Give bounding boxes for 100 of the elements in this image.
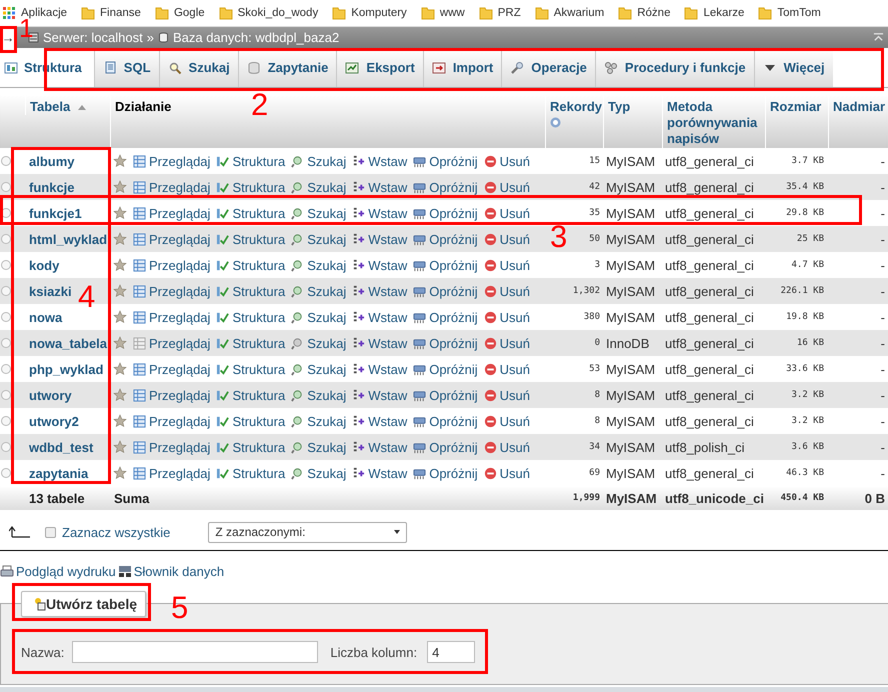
structure-link[interactable]: Struktura bbox=[216, 154, 286, 168]
search-link[interactable]: Szukaj bbox=[291, 466, 346, 480]
tab[interactable]: Zapytanie bbox=[238, 48, 336, 87]
insert-link[interactable]: Wstaw bbox=[352, 284, 408, 298]
star-icon[interactable] bbox=[113, 232, 127, 246]
help-icon[interactable] bbox=[550, 117, 561, 128]
structure-link[interactable]: Struktura bbox=[216, 258, 286, 272]
insert-link[interactable]: Wstaw bbox=[352, 466, 408, 480]
drop-link[interactable]: Usuń bbox=[484, 388, 530, 402]
empty-link[interactable]: Opróżnij bbox=[413, 284, 478, 298]
create-table-button[interactable]: Utwórz tabelę bbox=[21, 591, 146, 617]
print-preview-link[interactable]: Podgląd wydruku bbox=[0, 564, 116, 578]
bookmark-item[interactable]: Akwarium bbox=[534, 6, 604, 20]
browse-link[interactable]: Przeglądaj bbox=[133, 284, 210, 298]
bookmark-item[interactable]: PRZ bbox=[478, 6, 521, 20]
bookmark-item[interactable]: Finanse bbox=[81, 6, 141, 20]
drop-link[interactable]: Usuń bbox=[484, 180, 530, 194]
star-icon[interactable] bbox=[113, 284, 127, 298]
drop-link[interactable]: Usuń bbox=[484, 258, 530, 272]
structure-link[interactable]: Struktura bbox=[216, 336, 286, 350]
empty-link[interactable]: Opróżnij bbox=[413, 206, 478, 220]
table-name-link[interactable]: funkcje bbox=[25, 180, 75, 194]
server-link[interactable]: Serwer: localhost bbox=[43, 30, 143, 45]
browse-link[interactable]: Przeglądaj bbox=[133, 232, 210, 246]
table-name-link[interactable]: ksiazki bbox=[25, 284, 72, 298]
tab[interactable]: SQL bbox=[94, 48, 159, 87]
row-checkbox[interactable] bbox=[1, 182, 11, 192]
row-checkbox[interactable] bbox=[1, 286, 11, 296]
structure-link[interactable]: Struktura bbox=[216, 440, 286, 454]
select-all-link[interactable]: Zaznacz wszystkie bbox=[62, 524, 170, 540]
table-name-link[interactable]: zapytania bbox=[25, 466, 88, 480]
browse-link[interactable]: Przeglądaj bbox=[133, 414, 210, 428]
browse-link[interactable]: Przeglądaj bbox=[133, 362, 210, 376]
structure-link[interactable]: Struktura bbox=[216, 284, 286, 298]
structure-link[interactable]: Struktura bbox=[216, 466, 286, 480]
tab[interactable]: Procedury i funkcje bbox=[594, 48, 754, 87]
row-checkbox[interactable] bbox=[1, 234, 11, 244]
star-icon[interactable] bbox=[113, 388, 127, 402]
structure-link[interactable]: Struktura bbox=[216, 206, 286, 220]
star-icon[interactable] bbox=[113, 414, 127, 428]
tab[interactable]: Więcej bbox=[754, 48, 833, 87]
star-icon[interactable] bbox=[113, 466, 127, 480]
drop-link[interactable]: Usuń bbox=[484, 206, 530, 220]
search-link[interactable]: Szukaj bbox=[291, 362, 346, 376]
insert-link[interactable]: Wstaw bbox=[352, 440, 408, 454]
search-link[interactable]: Szukaj bbox=[291, 388, 346, 402]
table-name-link[interactable]: albumy bbox=[25, 154, 75, 168]
drop-link[interactable]: Usuń bbox=[484, 284, 530, 298]
database-link[interactable]: Baza danych: wdbdpl_baza2 bbox=[172, 30, 340, 45]
drop-link[interactable]: Usuń bbox=[484, 414, 530, 428]
insert-link[interactable]: Wstaw bbox=[352, 336, 408, 350]
empty-link[interactable]: Opróżnij bbox=[413, 414, 478, 428]
search-link[interactable]: Szukaj bbox=[291, 284, 346, 298]
star-icon[interactable] bbox=[113, 336, 127, 350]
table-name-link[interactable]: wdbd_test bbox=[25, 440, 94, 454]
drop-link[interactable]: Usuń bbox=[484, 336, 530, 350]
empty-link[interactable]: Opróżnij bbox=[413, 362, 478, 376]
bookmark-item[interactable]: www bbox=[420, 6, 465, 20]
column-header[interactable]: Tabela bbox=[30, 99, 70, 115]
row-checkbox[interactable] bbox=[1, 364, 11, 374]
insert-link[interactable]: Wstaw bbox=[352, 232, 408, 246]
column-count-field[interactable]: 4 bbox=[427, 641, 476, 663]
search-link[interactable]: Szukaj bbox=[291, 180, 346, 194]
star-icon[interactable] bbox=[113, 258, 127, 272]
drop-link[interactable]: Usuń bbox=[484, 466, 530, 480]
empty-link[interactable]: Opróżnij bbox=[413, 154, 478, 168]
empty-link[interactable]: Opróżnij bbox=[413, 310, 478, 324]
table-name-link[interactable]: funkcje1 bbox=[25, 206, 82, 220]
star-icon[interactable] bbox=[113, 362, 127, 376]
insert-link[interactable]: Wstaw bbox=[352, 206, 408, 220]
select-all-checkbox[interactable] bbox=[45, 526, 56, 538]
empty-link[interactable]: Opróżnij bbox=[413, 232, 478, 246]
empty-link[interactable]: Opróżnij bbox=[413, 466, 478, 480]
browse-link[interactable]: Przeglądaj bbox=[133, 258, 210, 272]
star-icon[interactable] bbox=[113, 310, 127, 324]
bookmark-item[interactable]: Gogle bbox=[154, 6, 205, 20]
tab[interactable]: Operacje bbox=[501, 48, 595, 87]
table-name-link[interactable]: php_wyklad bbox=[25, 362, 104, 376]
bookmark-item[interactable]: Aplikacje bbox=[2, 6, 68, 20]
search-link[interactable]: Szukaj bbox=[291, 258, 346, 272]
tab[interactable]: Eksport bbox=[336, 48, 423, 87]
insert-link[interactable]: Wstaw bbox=[352, 362, 408, 376]
browse-link[interactable]: Przeglądaj bbox=[133, 310, 210, 324]
table-name-link[interactable]: kody bbox=[25, 258, 60, 272]
row-checkbox[interactable] bbox=[1, 156, 11, 166]
table-name-link[interactable]: utwory2 bbox=[25, 414, 79, 428]
search-link[interactable]: Szukaj bbox=[291, 206, 346, 220]
search-link[interactable]: Szukaj bbox=[291, 440, 346, 454]
empty-link[interactable]: Opróżnij bbox=[413, 388, 478, 402]
empty-link[interactable]: Opróżnij bbox=[413, 258, 478, 272]
table-name-field[interactable] bbox=[72, 641, 318, 663]
bookmark-item[interactable]: TomTom bbox=[758, 6, 821, 20]
insert-link[interactable]: Wstaw bbox=[352, 258, 408, 272]
browse-link[interactable]: Przeglądaj bbox=[133, 154, 210, 168]
empty-link[interactable]: Opróżnij bbox=[413, 180, 478, 194]
bulk-action-select[interactable]: Z zaznaczonymi: bbox=[208, 522, 408, 542]
structure-link[interactable]: Struktura bbox=[216, 388, 286, 402]
insert-link[interactable]: Wstaw bbox=[352, 414, 408, 428]
drop-link[interactable]: Usuń bbox=[484, 310, 530, 324]
insert-link[interactable]: Wstaw bbox=[352, 388, 408, 402]
